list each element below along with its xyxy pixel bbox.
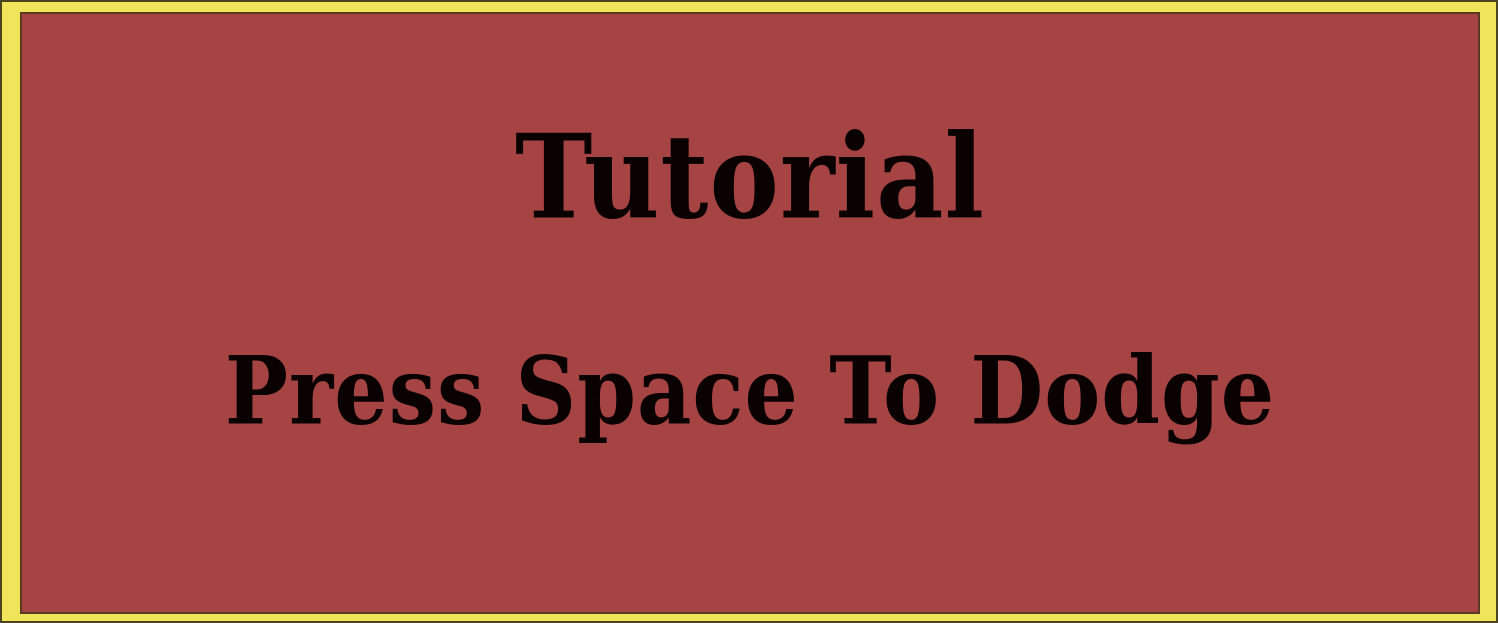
tutorial-panel: Tutorial Press Space To Dodge [20,12,1480,614]
tutorial-dialog: Tutorial Press Space To Dodge [0,0,1498,623]
tutorial-title: Tutorial [514,107,986,246]
dodge-instruction: Press Space To Dodge [224,335,1276,446]
